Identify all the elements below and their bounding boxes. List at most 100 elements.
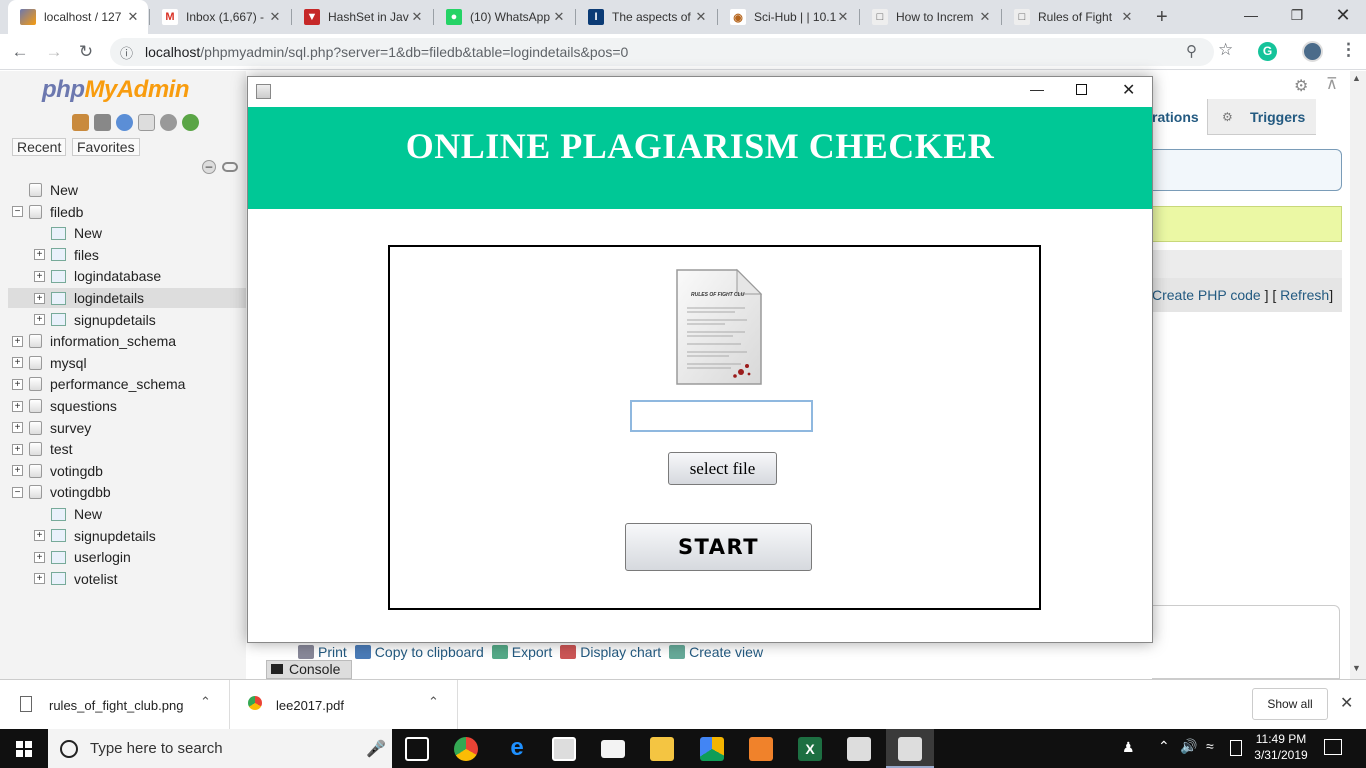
chrome-taskbar-icon[interactable] — [454, 737, 478, 761]
dialog-minimize-icon[interactable]: — — [1030, 81, 1044, 97]
dialog-maximize-icon[interactable] — [1076, 84, 1087, 95]
gear-icon[interactable]: ⚙ — [1294, 76, 1308, 96]
app-cube-icon[interactable] — [700, 737, 724, 761]
download-item-1[interactable]: rules_of_fight_club.png ⌃ — [0, 680, 230, 730]
file-explorer-icon[interactable] — [650, 737, 674, 761]
action-link[interactable]: Display chart — [580, 644, 661, 660]
battery-icon[interactable] — [1230, 740, 1242, 756]
tree-item[interactable]: New — [8, 504, 246, 524]
start-button[interactable]: START — [625, 523, 812, 571]
tab-close-icon[interactable]: ✕ — [552, 9, 566, 25]
reload-nav-icon[interactable] — [182, 114, 199, 131]
scroll-down-icon[interactable]: ▼ — [1352, 663, 1361, 673]
tab-close-icon[interactable]: ✕ — [978, 9, 992, 25]
tree-item[interactable]: + mysql — [8, 353, 246, 373]
tree-item[interactable]: + logindatabase — [8, 266, 246, 286]
browser-tab[interactable]: □ Rules of Fight ✕ — [1002, 0, 1142, 34]
taskbar-clock[interactable]: 11:49 PM 3/31/2019 — [1252, 732, 1310, 762]
page-scrollbar[interactable]: ▲ ▼ — [1350, 71, 1366, 679]
grammarly-icon[interactable]: G — [1258, 42, 1277, 61]
create-php-code-link[interactable]: Create PHP code — [1152, 287, 1261, 303]
tray-chevron-icon[interactable]: ⌃ — [1158, 738, 1170, 755]
browser-tab[interactable]: localhost / 127 ✕ — [8, 0, 148, 34]
chevron-up-icon[interactable]: ⌃ — [428, 694, 439, 710]
browser-tab[interactable]: M Inbox (1,667) - ✕ — [150, 0, 290, 34]
action-link[interactable]: Print — [318, 644, 347, 660]
tree-item[interactable]: + files — [8, 245, 246, 265]
browser-tab[interactable]: I The aspects of ✕ — [576, 0, 716, 34]
tree-item[interactable]: + signupdetails — [8, 310, 246, 330]
tab-operations[interactable]: rations — [1152, 99, 1208, 135]
xampp-icon[interactable] — [749, 737, 773, 761]
expand-icon[interactable]: + — [12, 422, 23, 434]
show-all-button[interactable]: Show all — [1252, 688, 1328, 720]
collapse-all-icon[interactable]: – — [202, 160, 216, 174]
chevron-up-icon[interactable]: ⌃ — [200, 694, 211, 710]
refresh-link[interactable]: Refresh — [1280, 287, 1329, 303]
logout-icon[interactable] — [94, 114, 111, 131]
tree-item[interactable]: + logindetails — [8, 288, 246, 308]
expand-icon[interactable]: + — [34, 270, 45, 282]
expand-icon[interactable]: + — [12, 335, 23, 347]
link-icon[interactable] — [222, 162, 238, 172]
wifi-icon[interactable]: ≈ — [1206, 738, 1214, 754]
close-window-icon[interactable]: ✕ — [1320, 0, 1366, 30]
recent-button[interactable]: Recent — [12, 138, 67, 156]
expand-icon[interactable]: + — [34, 249, 45, 261]
browser-tab[interactable]: ▼ HashSet in Jav ✕ — [292, 0, 432, 34]
forward-arrow-icon[interactable]: → — [44, 42, 64, 62]
home-icon[interactable] — [72, 114, 89, 131]
tree-item[interactable]: New — [8, 223, 246, 243]
tab-close-icon[interactable]: ✕ — [268, 9, 282, 25]
scroll-up-icon[interactable]: ▲ — [1352, 73, 1361, 83]
action-link[interactable]: Create view — [689, 644, 763, 660]
windows-start-icon[interactable] — [16, 741, 32, 757]
browser-tab[interactable]: ● (10) WhatsApp ✕ — [434, 0, 574, 34]
tree-item[interactable]: + signupdetails — [8, 526, 246, 546]
tree-item[interactable]: + survey — [8, 418, 246, 438]
expand-icon[interactable]: + — [12, 378, 23, 390]
excel-icon[interactable]: X — [798, 737, 822, 761]
console-toggle[interactable]: Console — [266, 660, 352, 679]
expand-icon[interactable]: + — [34, 551, 45, 563]
reload-icon[interactable]: ↻ — [76, 42, 96, 62]
expand-icon[interactable]: + — [12, 357, 23, 369]
tab-close-icon[interactable]: ✕ — [836, 9, 850, 25]
task-view-icon[interactable] — [405, 737, 429, 761]
docs-icon[interactable] — [138, 114, 155, 131]
expand-icon[interactable]: + — [34, 530, 45, 542]
expand-icon[interactable]: + — [34, 292, 45, 304]
java-taskbar-icon[interactable] — [847, 737, 871, 761]
collapse-icon[interactable]: − — [12, 486, 23, 498]
info-icon[interactable]: ⓘ — [120, 43, 133, 62]
help-icon[interactable] — [116, 114, 133, 131]
expand-icon[interactable]: + — [12, 443, 23, 455]
expand-icon[interactable]: + — [12, 400, 23, 412]
browser-tab[interactable]: □ How to Increm ✕ — [860, 0, 1000, 34]
file-path-input[interactable] — [630, 400, 813, 432]
action-link[interactable]: Export — [512, 644, 552, 660]
select-file-button[interactable]: select file — [668, 452, 777, 485]
tab-close-icon[interactable]: ✕ — [126, 9, 140, 25]
tree-item[interactable]: + votelist — [8, 569, 246, 589]
tree-item[interactable]: − filedb — [8, 202, 246, 222]
close-downloads-icon[interactable]: ✕ — [1340, 693, 1353, 713]
tree-item[interactable]: + votingdb — [8, 461, 246, 481]
profile-avatar[interactable] — [1302, 41, 1323, 62]
microphone-icon[interactable]: 🎤 — [366, 739, 386, 759]
action-link[interactable]: Copy to clipboard — [375, 644, 484, 660]
download-item-2[interactable]: lee2017.pdf ⌃ — [230, 680, 458, 730]
tree-item[interactable]: + userlogin — [8, 547, 246, 567]
tab-close-icon[interactable]: ✕ — [410, 9, 424, 25]
restore-icon[interactable]: ❐ — [1274, 0, 1320, 30]
menu-icon[interactable]: ⋮ — [1340, 40, 1357, 60]
edge-icon[interactable]: e — [505, 736, 529, 761]
tree-item[interactable]: − votingdbb — [8, 482, 246, 502]
taskbar-search[interactable]: Type here to search 🎤 — [48, 729, 392, 768]
address-bar[interactable]: ⓘ localhost/phpmyadmin/sql.php?server=1&… — [110, 38, 1214, 66]
expand-icon[interactable]: + — [12, 465, 23, 477]
expand-icon[interactable]: + — [34, 314, 45, 326]
zoom-icon[interactable]: ⚲ — [1186, 42, 1204, 60]
people-icon[interactable]: ♟ — [1122, 739, 1135, 756]
browser-tab[interactable]: ◉ Sci-Hub | | 10.1 ✕ — [718, 0, 858, 34]
